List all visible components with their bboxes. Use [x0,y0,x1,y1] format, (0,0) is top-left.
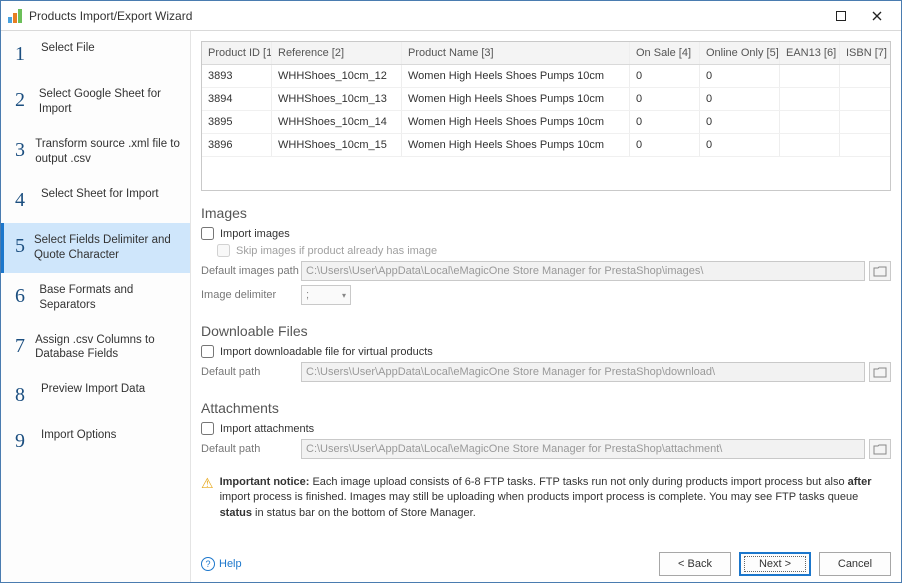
default-download-path-label: Default path [201,366,301,378]
wizard-steps-sidebar: 1Select File 2Select Google Sheet for Im… [1,31,191,582]
step-label: Select Google Sheet for Import [39,87,180,117]
step-8[interactable]: 8Preview Import Data [1,372,190,418]
col-online-only[interactable]: Online Only [5] [700,42,780,64]
step-9[interactable]: 9Import Options [1,418,190,464]
attachments-heading: Attachments [201,400,891,416]
cancel-button[interactable]: Cancel [819,552,891,576]
browse-download-path-button[interactable] [869,362,891,382]
step-label: Select Sheet for Import [41,187,159,202]
help-link[interactable]: ?Help [201,557,242,571]
step-5[interactable]: 5Select Fields Delimiter and Quote Chara… [1,223,190,273]
next-button[interactable]: Next > [739,552,811,576]
import-downloadable-checkbox[interactable]: Import downloadable file for virtual pro… [201,345,891,358]
browse-images-path-button[interactable] [869,261,891,281]
step-label: Assign .csv Columns to Database Fields [35,333,180,363]
app-icon [7,8,23,24]
table-row[interactable]: 3896WHHShoes_10cm_15Women High Heels Sho… [202,134,890,157]
maximize-button[interactable] [823,2,859,30]
default-attachment-path-input[interactable] [301,439,865,459]
images-section: Images Import images Skip images if prod… [201,205,891,309]
import-images-checkbox[interactable]: Import images [201,227,891,240]
step-6[interactable]: 6Base Formats and Separators [1,273,190,323]
images-heading: Images [201,205,891,221]
col-product-name[interactable]: Product Name [3] [402,42,630,64]
downloadable-heading: Downloable Files [201,323,891,339]
attachments-section: Attachments Import attachments Default p… [201,400,891,463]
help-icon: ? [201,557,215,571]
table-row[interactable]: 3894WHHShoes_10cm_13Women High Heels Sho… [202,88,890,111]
table-row[interactable]: 3895WHHShoes_10cm_14Women High Heels Sho… [202,111,890,134]
step-label: Base Formats and Separators [39,283,180,313]
step-label: Transform source .xml file to output .cs… [35,137,180,167]
col-reference[interactable]: Reference [2] [272,42,402,64]
chevron-down-icon: ▾ [342,291,346,300]
step-label: Preview Import Data [41,382,145,397]
step-7[interactable]: 7Assign .csv Columns to Database Fields [1,323,190,373]
downloadable-files-section: Downloable Files Import downloadable fil… [201,323,891,386]
default-attachment-path-label: Default path [201,443,301,455]
import-attachments-checkbox[interactable]: Import attachments [201,422,891,435]
col-ean13[interactable]: EAN13 [6] [780,42,840,64]
col-isbn[interactable]: ISBN [7] [840,42,890,64]
ftp-notice: ⚠ Important notice: Each image upload co… [201,475,891,521]
default-images-path-input[interactable] [301,261,865,281]
step-4[interactable]: 4Select Sheet for Import [1,177,190,223]
step-label: Select Fields Delimiter and Quote Charac… [34,233,180,263]
default-images-path-label: Default images path [201,265,301,277]
step-label: Import Options [41,428,116,443]
step-2[interactable]: 2Select Google Sheet for Import [1,77,190,127]
browse-attachment-path-button[interactable] [869,439,891,459]
skip-images-checkbox[interactable]: Skip images if product already has image [217,244,891,257]
warning-icon: ⚠ [201,474,214,520]
col-on-sale[interactable]: On Sale [4] [630,42,700,64]
col-product-id[interactable]: Product ID [1] [202,42,272,64]
default-download-path-input[interactable] [301,362,865,382]
step-1[interactable]: 1Select File [1,31,190,77]
step-label: Select File [41,41,95,56]
table-row[interactable]: 3893WHHShoes_10cm_12Women High Heels Sho… [202,65,890,88]
close-button[interactable] [859,2,895,30]
image-delimiter-label: Image delimiter [201,289,301,301]
grid-header: Product ID [1] Reference [2] Product Nam… [202,42,890,65]
window-title: Products Import/Export Wizard [29,9,823,23]
step-3[interactable]: 3Transform source .xml file to output .c… [1,127,190,177]
back-button[interactable]: < Back [659,552,731,576]
image-delimiter-combo[interactable]: ;▾ [301,285,351,305]
preview-grid: Product ID [1] Reference [2] Product Nam… [201,41,891,191]
